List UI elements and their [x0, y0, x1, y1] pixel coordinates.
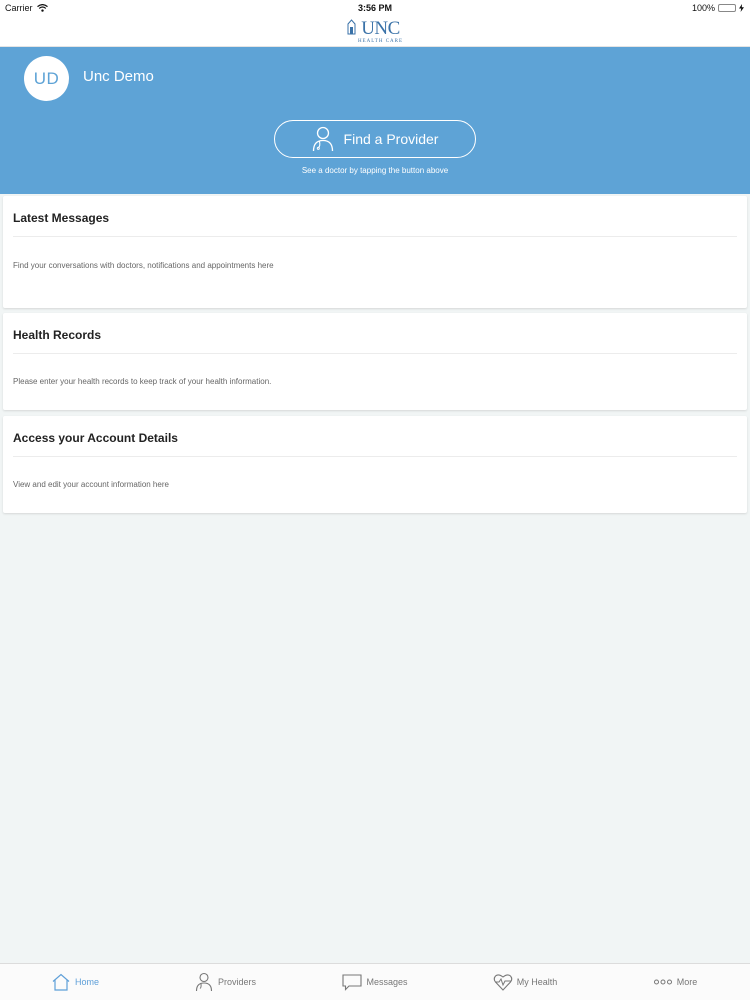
- card-title: Health Records: [13, 328, 102, 342]
- tab-providers[interactable]: Providers: [150, 964, 300, 1000]
- tab-messages[interactable]: Messages: [300, 964, 450, 1000]
- find-provider-hint: See a doctor by tapping the button above: [301, 166, 449, 175]
- card-divider: [13, 353, 737, 354]
- provider-person-icon: [312, 126, 333, 152]
- card-title: Latest Messages: [13, 211, 110, 225]
- logo-text: UNC HEALTH CARE: [358, 19, 403, 44]
- tab-label: My Health: [516, 977, 558, 987]
- card-title: Access your Account Details: [13, 431, 178, 445]
- battery-icon: [718, 4, 736, 12]
- card-divider: [13, 456, 737, 457]
- charging-bolt-icon: [739, 4, 744, 12]
- tab-more[interactable]: More: [600, 964, 750, 1000]
- tab-my-health[interactable]: My Health: [450, 964, 600, 1000]
- unc-logo: UNC HEALTH CARE: [347, 19, 403, 44]
- person-icon: [195, 972, 213, 992]
- health-records-card[interactable]: Health Records Please enter your health …: [3, 313, 747, 410]
- battery-percent: 100%: [691, 3, 715, 13]
- tab-label: Providers: [217, 977, 256, 987]
- home-icon: [52, 973, 70, 991]
- message-icon: [342, 974, 363, 991]
- tab-home[interactable]: Home: [0, 964, 150, 1000]
- find-provider-button[interactable]: Find a Provider: [274, 120, 476, 158]
- tab-label: Messages: [366, 977, 408, 987]
- app-header: UNC HEALTH CARE: [0, 16, 750, 47]
- more-dots-icon: [653, 979, 672, 985]
- latest-messages-card[interactable]: Latest Messages Find your conversations …: [3, 196, 747, 308]
- find-provider-label: Find a Provider: [343, 131, 439, 147]
- card-divider: [13, 236, 737, 237]
- account-details-card[interactable]: Access your Account Details View and edi…: [3, 416, 747, 513]
- building-logo-icon: [347, 18, 356, 34]
- clock: 3:56 PM: [357, 3, 392, 13]
- avatar[interactable]: UD: [24, 56, 69, 101]
- tab-label: Home: [74, 977, 99, 987]
- status-bar: Carrier 3:56 PM 100%: [0, 0, 750, 16]
- heart-pulse-icon: [493, 974, 513, 991]
- status-right: 100%: [692, 3, 744, 13]
- card-description: Find your conversations with doctors, no…: [13, 261, 274, 270]
- card-description: View and edit your account information h…: [13, 480, 169, 489]
- user-name: Unc Demo: [83, 68, 154, 85]
- card-description: Please enter your health records to keep…: [13, 377, 272, 386]
- tab-bar: Home Providers Messages My Health More: [0, 963, 750, 1000]
- logo-sub-text: HEALTH CARE: [357, 38, 404, 44]
- hero-banner: UD Unc Demo Find a Provider See a doctor…: [0, 47, 750, 194]
- logo-main-text: UNC: [361, 17, 400, 39]
- tab-label: More: [676, 977, 698, 987]
